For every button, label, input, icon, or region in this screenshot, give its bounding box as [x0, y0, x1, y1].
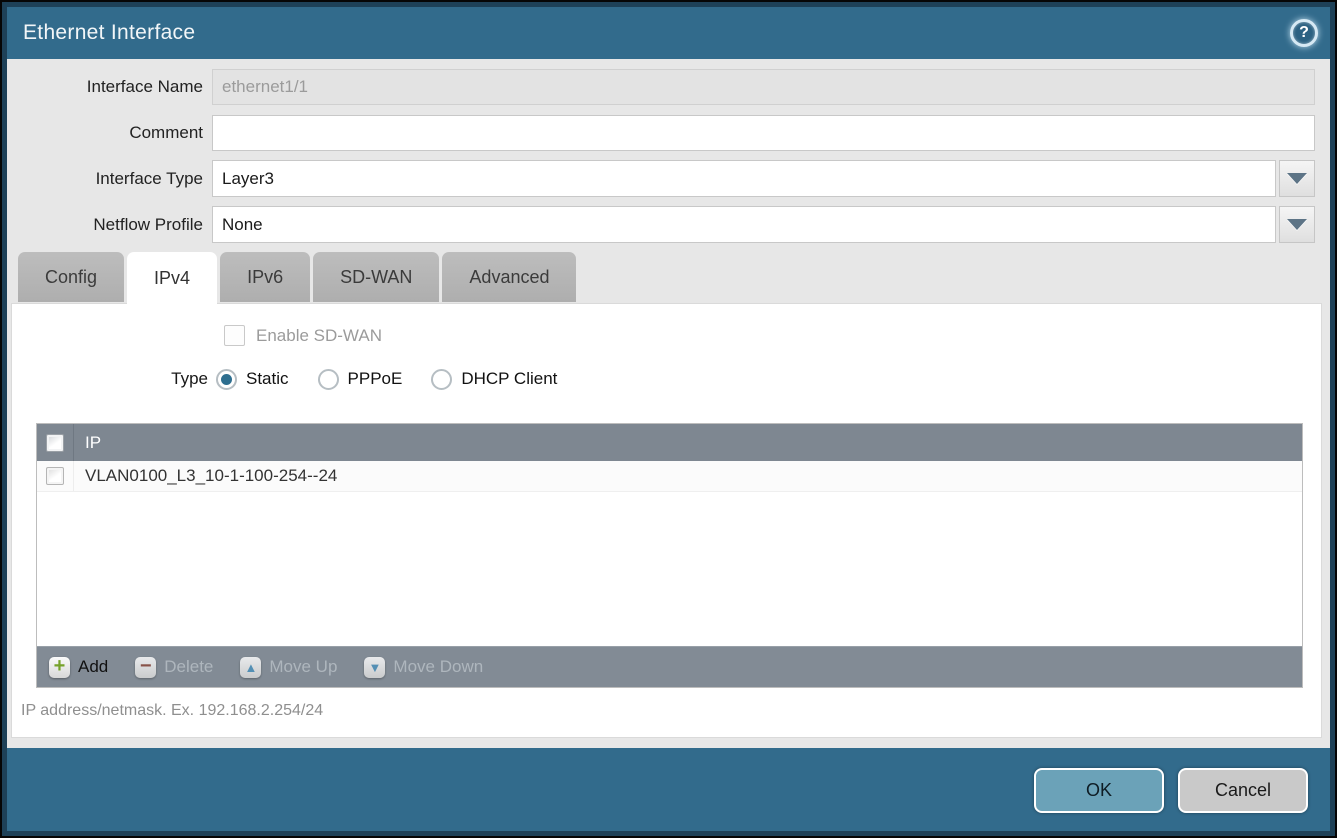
tab-bar: Config IPv4 IPv6 SD-WAN Advanced — [18, 252, 576, 305]
help-icon[interactable]: ? — [1290, 19, 1318, 47]
netflow-profile-row: Netflow Profile None — [7, 206, 1315, 243]
move-up-button-label: Move Up — [269, 657, 337, 677]
radio-selected-icon[interactable] — [216, 369, 237, 390]
chevron-down-icon — [1287, 219, 1307, 230]
ipv4-tab-panel: Enable SD-WAN Type Static PPPoE DHCP Cli… — [11, 303, 1322, 738]
table-row[interactable]: VLAN0100_L3_10-1-100-254--24 — [37, 461, 1302, 492]
tab-sdwan-label: SD-WAN — [340, 267, 412, 288]
header-checkbox-cell — [37, 424, 74, 461]
ethernet-interface-dialog: Ethernet Interface ? Interface Name Comm… — [2, 2, 1335, 836]
add-button-label: Add — [78, 657, 108, 677]
radio-unselected-icon[interactable] — [431, 369, 452, 390]
ip-table-body: VLAN0100_L3_10-1-100-254--24 — [37, 461, 1302, 646]
chevron-down-icon — [1287, 173, 1307, 184]
radio-dhcp-client-label: DHCP Client — [461, 369, 557, 389]
minus-icon: − — [135, 657, 156, 678]
comment-row: Comment — [7, 115, 1315, 151]
netflow-profile-select[interactable]: None — [212, 206, 1276, 243]
dialog-footer: OK Cancel — [7, 748, 1330, 831]
tab-config-label: Config — [45, 267, 97, 288]
row-checkbox-cell — [37, 461, 74, 491]
interface-type-label: Interface Type — [7, 169, 203, 189]
move-down-button[interactable]: ▼ Move Down — [364, 657, 483, 678]
row-checkbox[interactable] — [46, 467, 64, 485]
netflow-profile-value: None — [222, 215, 263, 235]
dialog-titlebar: Ethernet Interface ? — [7, 7, 1330, 59]
tab-ipv4[interactable]: IPv4 — [127, 252, 217, 305]
interface-name-field — [212, 69, 1315, 105]
move-down-button-label: Move Down — [393, 657, 483, 677]
tab-config[interactable]: Config — [18, 252, 124, 302]
enable-sdwan-label: Enable SD-WAN — [256, 326, 382, 346]
radio-static-label: Static — [246, 369, 289, 389]
arrow-up-icon: ▲ — [240, 657, 261, 678]
move-up-button[interactable]: ▲ Move Up — [240, 657, 337, 678]
radio-option-dhcp-client[interactable]: DHCP Client — [431, 369, 557, 390]
delete-button-label: Delete — [164, 657, 213, 677]
tab-sdwan[interactable]: SD-WAN — [313, 252, 439, 302]
ip-table-header: IP — [37, 424, 1302, 461]
ip-address-table: IP VLAN0100_L3_10-1-100-254--24 + Add — [36, 423, 1303, 688]
cancel-button[interactable]: Cancel — [1178, 768, 1308, 813]
type-label: Type — [12, 369, 216, 389]
ip-row-value: VLAN0100_L3_10-1-100-254--24 — [74, 466, 337, 486]
ok-button[interactable]: OK — [1034, 768, 1164, 813]
interface-name-row: Interface Name — [7, 69, 1315, 105]
enable-sdwan-checkbox[interactable] — [224, 325, 245, 346]
arrow-down-icon: ▼ — [364, 657, 385, 678]
interface-type-value: Layer3 — [222, 169, 274, 189]
interface-type-row: Interface Type Layer3 — [7, 160, 1315, 197]
add-button[interactable]: + Add — [49, 657, 108, 678]
tab-ipv4-label: IPv4 — [154, 268, 190, 289]
comment-field[interactable] — [212, 115, 1315, 151]
radio-unselected-icon[interactable] — [318, 369, 339, 390]
tab-advanced-label: Advanced — [469, 267, 549, 288]
netflow-profile-dropdown-button[interactable] — [1279, 206, 1315, 243]
comment-label: Comment — [7, 123, 203, 143]
tab-ipv6[interactable]: IPv6 — [220, 252, 310, 302]
select-all-checkbox[interactable] — [46, 434, 64, 452]
tab-advanced[interactable]: Advanced — [442, 252, 576, 302]
dialog-title: Ethernet Interface — [23, 21, 195, 45]
interface-type-dropdown-button[interactable] — [1279, 160, 1315, 197]
radio-option-static[interactable]: Static — [216, 369, 289, 390]
interface-type-select[interactable]: Layer3 — [212, 160, 1276, 197]
plus-icon: + — [49, 657, 70, 678]
netflow-profile-label: Netflow Profile — [7, 215, 203, 235]
delete-button[interactable]: − Delete — [135, 657, 213, 678]
ip-format-hint: IP address/netmask. Ex. 192.168.2.254/24 — [21, 702, 323, 720]
enable-sdwan-row: Enable SD-WAN — [224, 325, 382, 346]
type-radio-group: Type Static PPPoE DHCP Client — [12, 366, 586, 392]
interface-name-label: Interface Name — [7, 77, 203, 97]
radio-pppoe-label: PPPoE — [348, 369, 403, 389]
tab-ipv6-label: IPv6 — [247, 267, 283, 288]
ip-column-header: IP — [74, 433, 101, 453]
screen: Ethernet Interface ? Interface Name Comm… — [0, 0, 1337, 838]
ip-table-toolbar: + Add − Delete ▲ Move Up ▼ Move Down — [37, 646, 1302, 687]
radio-option-pppoe[interactable]: PPPoE — [318, 369, 403, 390]
